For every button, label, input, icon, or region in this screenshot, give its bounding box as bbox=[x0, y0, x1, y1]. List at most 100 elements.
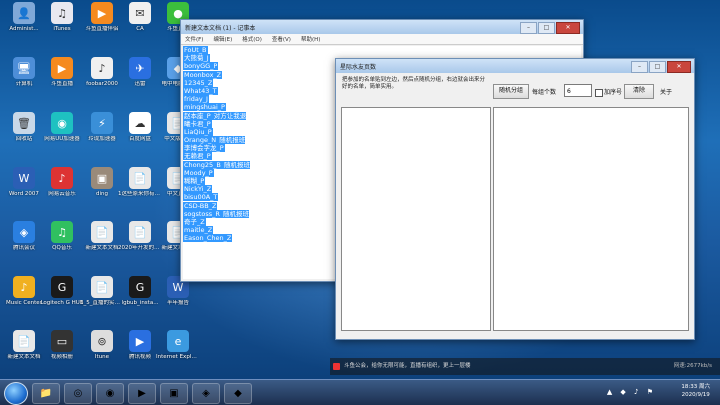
notepad-title: 新建文本文档 (1) - 记事本 bbox=[185, 24, 256, 32]
taskbar-app-button[interactable]: ◉ bbox=[96, 383, 124, 404]
desktop-icon-glyph: 📄 bbox=[91, 221, 113, 243]
input-list-pane[interactable] bbox=[341, 107, 491, 331]
notepad-line-text: 糊糊_P bbox=[183, 177, 206, 185]
taskbar-app-button[interactable]: ◈ bbox=[192, 383, 220, 404]
desktop-icon[interactable]: G Logitech G HUB bbox=[40, 276, 84, 307]
desktop-icon-glyph: 📄 bbox=[13, 330, 35, 352]
notepad-line-note: 随机报班 bbox=[221, 160, 250, 169]
desktop-icon-glyph: ▭ bbox=[51, 330, 73, 352]
notepad-line-text: friday_J bbox=[183, 95, 209, 104]
desktop-icon-glyph: ▶ bbox=[91, 2, 113, 24]
start-button[interactable] bbox=[4, 382, 28, 405]
desktop-icon[interactable]: ▶ 斗鱼直播 bbox=[40, 57, 84, 88]
taskbar-clock[interactable]: 18:33 周六 2020/9/19 bbox=[681, 383, 710, 399]
desktop-icon-label: 半年报告 bbox=[166, 300, 189, 306]
menu-format[interactable]: 格式(O) bbox=[242, 35, 262, 43]
notepad-line-text: Orange_N bbox=[183, 136, 218, 145]
notepad-line-text: bisu00A_T bbox=[183, 193, 219, 202]
notepad-line-text: Moody_P bbox=[183, 168, 214, 177]
menu-edit[interactable]: 编辑(E) bbox=[213, 35, 232, 43]
tool-title: 星际水友页数 bbox=[340, 63, 377, 71]
taskbar-app-button[interactable]: ◎ bbox=[64, 383, 92, 404]
notepad-line-text: 赵本座_P bbox=[183, 111, 212, 120]
desktop-icon-glyph: ✉ bbox=[129, 2, 151, 24]
close-button[interactable]: ✕ bbox=[556, 22, 580, 34]
desktop-icon[interactable]: ♪ 网易云音乐 bbox=[40, 167, 84, 198]
desktop-icon-glyph: 👤 bbox=[13, 2, 35, 24]
notepad-line-text: sogstoss_R bbox=[183, 209, 221, 218]
desktop-icon-glyph: ☁ bbox=[129, 112, 151, 134]
menu-view[interactable]: 查看(V) bbox=[272, 35, 291, 43]
desktop-icon[interactable]: ▭ 视频相册 bbox=[40, 330, 84, 361]
taskbar: 📁 ◎ ◉ ▶ ▣ ◈ ◆ ▲ ◆ ♪ ⚑ 18:33 周六 2020/9/19 bbox=[0, 379, 720, 405]
notepad-line-text: 曦卡君_P bbox=[183, 119, 212, 128]
close-button[interactable]: ✕ bbox=[667, 61, 691, 73]
clear-button[interactable]: 清除 bbox=[624, 84, 654, 99]
clock-date: 2020/9/19 bbox=[681, 392, 710, 398]
desktop-icon-glyph: ♪ bbox=[13, 276, 35, 298]
desktop-icon-glyph: e bbox=[167, 330, 189, 352]
desktop-icon[interactable]: ◉ 网易UU加速器 bbox=[40, 112, 84, 143]
tool-titlebar[interactable]: 星际水友页数 – □ ✕ bbox=[336, 59, 694, 73]
desktop-icon-glyph: ✈ bbox=[129, 57, 151, 79]
desktop-icon[interactable]: ♫ iTunes bbox=[40, 2, 84, 33]
minimize-button[interactable]: – bbox=[631, 61, 648, 73]
desktop-icon-glyph: ♪ bbox=[51, 167, 73, 189]
add-seq-checkbox[interactable] bbox=[595, 89, 603, 97]
taskbar-app-button[interactable]: ◆ bbox=[224, 383, 252, 404]
desktop-icon-glyph: ◈ bbox=[13, 221, 35, 243]
notepad-line-text: Moonbox_Z bbox=[183, 70, 223, 79]
menu-help[interactable]: 帮助(H) bbox=[301, 35, 320, 43]
notepad-line-text: 无赖君_P bbox=[183, 152, 212, 161]
notepad-line-text: 奇子_Z bbox=[183, 217, 206, 226]
desktop-icon[interactable]: e Internet Explorer bbox=[156, 330, 200, 361]
desktop-icon-glyph: 🗑 bbox=[13, 112, 35, 134]
desktop-icon-label: QQ音乐 bbox=[52, 245, 72, 251]
desktop-icon-glyph: ▶ bbox=[129, 330, 151, 352]
notepad-menubar: 文件(F) 编辑(E) 格式(O) 查看(V) 帮助(H) bbox=[181, 34, 583, 45]
desktop-icon-glyph: G bbox=[51, 276, 73, 298]
output-list-pane[interactable] bbox=[493, 107, 689, 331]
notepad-titlebar[interactable]: 新建文本文档 (1) - 记事本 – □ ✕ bbox=[181, 20, 583, 34]
desktop-icon-glyph: ♫ bbox=[51, 2, 73, 24]
minimize-button[interactable]: – bbox=[520, 22, 537, 34]
taskbar-app-button[interactable]: 📁 bbox=[32, 383, 60, 404]
desktop-icon-label: 网易云音乐 bbox=[48, 191, 76, 197]
notepad-line-note: 对方让我退 bbox=[211, 111, 247, 120]
per-group-input[interactable]: 6 bbox=[564, 84, 592, 97]
desktop-icon-glyph: 📄 bbox=[129, 221, 151, 243]
notepad-line-text: 12345_Z bbox=[183, 78, 214, 87]
maximize-button[interactable]: □ bbox=[538, 22, 555, 34]
desktop-icon[interactable]: ♫ QQ音乐 bbox=[40, 221, 84, 252]
notepad-line-text: mingshuai_P bbox=[183, 103, 226, 112]
desktop-icon-glyph: ⚡ bbox=[91, 112, 113, 134]
stream-overlay-bar: 斗鱼公会，给你无限可能，直播有组织，更上一层楼 网速:2677kb/s bbox=[330, 358, 720, 375]
group-tool-window[interactable]: 星际水友页数 – □ ✕ 把参加的名单贴到左边，然后点随机分组，右边就会出来分好… bbox=[335, 58, 695, 340]
desktop-icon-label: Internet Explorer bbox=[156, 354, 200, 360]
notepad-line-text: Eason_Chen_Z bbox=[183, 234, 233, 243]
desktop-icon-glyph: ▣ bbox=[91, 167, 113, 189]
menu-file[interactable]: 文件(F) bbox=[185, 35, 203, 43]
system-tray[interactable]: ▲ ◆ ♪ ⚑ bbox=[607, 388, 656, 396]
desktop-icon-label: iTunes bbox=[53, 26, 71, 32]
desktop-icon-glyph: ♫ bbox=[51, 221, 73, 243]
notepad-line: FoUt_B bbox=[183, 46, 581, 54]
notepad-line-text: NickYi_Z bbox=[183, 185, 213, 194]
about-button[interactable]: 关于 bbox=[660, 87, 672, 96]
clock-time: 18:33 周六 bbox=[681, 384, 710, 390]
desktop-icon-glyph: 🖥 bbox=[13, 57, 35, 79]
desktop-icon-glyph: ♪ bbox=[91, 57, 113, 79]
per-group-label: 每组个数 bbox=[532, 89, 557, 96]
desktop-icon-label: Logitech G HUB bbox=[40, 300, 84, 306]
taskbar-app-button[interactable]: ▶ bbox=[128, 383, 156, 404]
desktop-icon-glyph: ◉ bbox=[51, 112, 73, 134]
notepad-line-text: LiaQiu_P bbox=[183, 127, 213, 136]
notepad-line-text: maitle_Z bbox=[183, 226, 214, 235]
notepad-line-note: 随机报班 bbox=[220, 209, 250, 218]
desktop-icon-glyph: 📄 bbox=[129, 167, 151, 189]
tool-hint-text: 把参加的名单贴到左边，然后点随机分组，右边就会出来分好的名单，简单实用。 bbox=[342, 77, 486, 90]
random-group-button[interactable]: 随机分组 bbox=[493, 84, 529, 99]
maximize-button[interactable]: □ bbox=[649, 61, 666, 73]
desktop-icon-glyph: 📄 bbox=[91, 276, 113, 298]
taskbar-app-button[interactable]: ▣ bbox=[160, 383, 188, 404]
